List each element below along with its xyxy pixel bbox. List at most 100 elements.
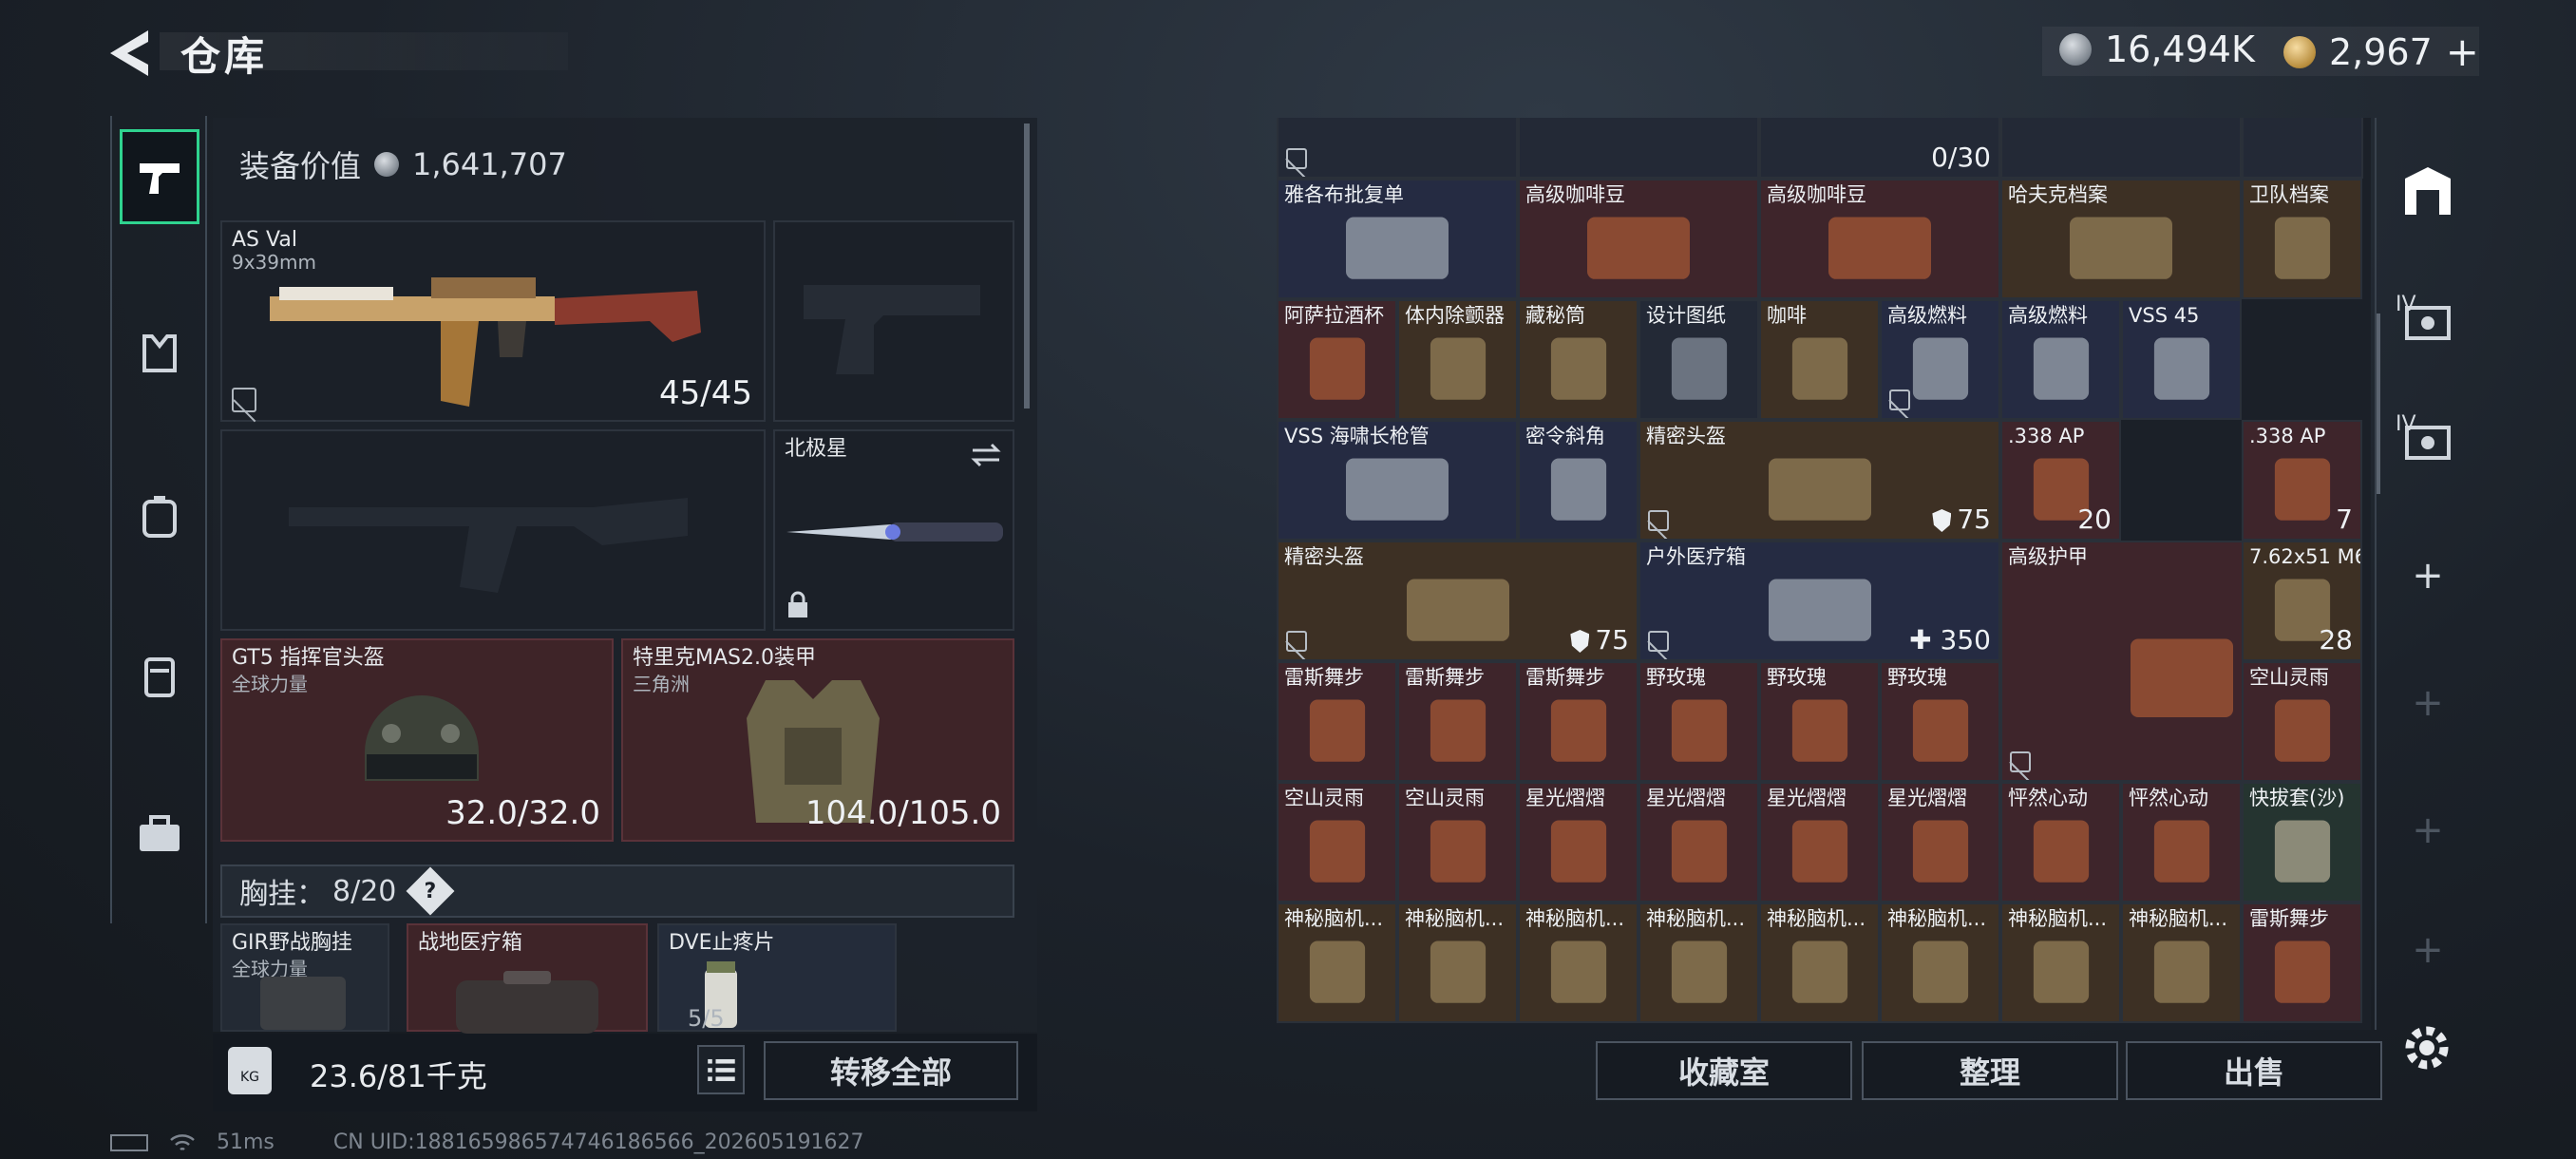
item-count: 20 — [2077, 504, 2112, 535]
secondary-weapon-slot[interactable] — [773, 220, 1014, 422]
item-name: VSS 海啸长枪管 — [1284, 425, 1430, 447]
collection-room-button[interactable]: 收藏室 — [1596, 1041, 1852, 1100]
grid-item[interactable]: 哈夫克档案 — [2000, 179, 2242, 299]
left-scrollbar[interactable] — [1024, 124, 1030, 408]
grid-item[interactable]: .338 AP 7 — [2242, 420, 2362, 541]
vest-item-slot[interactable]: 战地医疗箱 — [407, 923, 648, 1034]
grid-item[interactable]: 星光熠熠 — [1518, 782, 1638, 902]
grid-item[interactable]: 空山灵雨 — [2242, 661, 2362, 782]
grid-cell[interactable] — [2242, 118, 2363, 179]
grid-item[interactable]: 神秘脑机... — [1518, 902, 1638, 1023]
grid-item[interactable]: 野玫瑰 — [1759, 661, 1880, 782]
item-image — [1430, 820, 1486, 883]
tab-case[interactable] — [120, 787, 199, 882]
tab-pouch[interactable] — [120, 629, 199, 724]
add-storage-button[interactable]: + — [2390, 792, 2466, 868]
add-currency-button[interactable]: + — [2446, 28, 2479, 75]
sell-button[interactable]: 出售 — [2126, 1041, 2382, 1100]
tab-storage-2[interactable]: IV — [2390, 405, 2466, 481]
settings-gear-icon[interactable] — [2399, 1020, 2454, 1075]
item-count: 75 — [1932, 504, 1991, 535]
add-storage-button[interactable]: + — [2390, 665, 2466, 741]
grid-item[interactable]: 星光熠熠 — [1880, 782, 2000, 902]
grid-item[interactable]: 神秘脑机... — [2000, 902, 2121, 1023]
list-icon[interactable] — [697, 1045, 745, 1094]
grid-item[interactable]: 神秘脑机... — [1277, 902, 1397, 1023]
grid-cell[interactable] — [2000, 118, 2242, 179]
grid-item[interactable]: 高级燃料 — [2000, 299, 2121, 420]
grid-item[interactable]: 野玫瑰 — [1880, 661, 2000, 782]
grid-item[interactable]: VSS 海啸长枪管 — [1277, 420, 1518, 541]
grid-item[interactable]: .338 AP 20 — [2000, 420, 2121, 541]
grid-item[interactable]: 星光熠熠 — [1759, 782, 1880, 902]
grid-item[interactable]: 户外医疗箱 ✚ 350 — [1638, 541, 2000, 661]
grid-item[interactable]: 神秘脑机... — [1397, 902, 1518, 1023]
grid-cell[interactable] — [1518, 118, 1759, 179]
item-name: 快拔套(沙) — [2249, 787, 2345, 809]
grid-item[interactable]: 雷斯舞步 — [2242, 902, 2362, 1023]
back-arrow-icon[interactable] — [106, 27, 154, 80]
grid-item[interactable]: 7.62x51 M61 28 — [2242, 541, 2362, 661]
grid-item[interactable]: 体内除颤器 — [1397, 299, 1518, 420]
item-image — [2274, 940, 2330, 1003]
tab-warehouse[interactable] — [2390, 154, 2466, 230]
grid-item[interactable]: 空山灵雨 — [1277, 782, 1397, 902]
grid-item[interactable]: 卫队档案 — [2242, 179, 2362, 299]
item-count-value: 350 — [1940, 624, 1991, 656]
grid-item[interactable]: VSS 45 — [2121, 299, 2242, 420]
grid-item[interactable]: 精密头盔 75 — [1638, 420, 2000, 541]
item-image — [2274, 217, 2330, 279]
currency-gold[interactable]: 2,967 + — [2283, 28, 2479, 75]
weight-bag-icon[interactable]: KG — [228, 1047, 272, 1094]
grid-item[interactable]: 野玫瑰 — [1638, 661, 1759, 782]
grid-item[interactable]: 空山灵雨 — [1397, 782, 1518, 902]
help-mark: ? — [424, 879, 437, 903]
helmet-slot[interactable]: GT5 指挥官头盔 全球力量 32.0/32.0 — [220, 638, 614, 842]
add-storage-button[interactable]: + — [2390, 912, 2466, 988]
item-image — [2033, 337, 2089, 400]
grid-cell[interactable] — [1277, 118, 1518, 179]
item-name: 7.62x51 M61 — [2249, 545, 2360, 568]
help-icon[interactable]: ? — [406, 866, 455, 916]
secondary-primary-slot[interactable] — [220, 429, 766, 631]
ping: 51ms — [217, 1130, 275, 1154]
tab-vest[interactable] — [120, 306, 199, 401]
melee-slot[interactable]: 北极星 — [773, 429, 1014, 631]
grid-item[interactable]: 咖啡 — [1759, 299, 1880, 420]
grid-item[interactable]: 精密头盔 75 — [1277, 541, 1638, 661]
wifi-icon — [170, 1133, 195, 1150]
grid-item[interactable]: 雅各布批复单 — [1277, 179, 1518, 299]
add-storage-button[interactable]: + — [2390, 538, 2466, 614]
grid-item[interactable]: 神秘脑机... — [1880, 902, 2000, 1023]
vest-item-slot[interactable]: DVE止疼片 5/5 — [657, 923, 897, 1032]
grid-item[interactable]: 神秘脑机... — [1638, 902, 1759, 1023]
grid-item[interactable]: 快拔套(沙) — [2242, 782, 2362, 902]
grid-item[interactable]: 雷斯舞步 — [1277, 661, 1397, 782]
grid-item[interactable]: 星光熠熠 — [1638, 782, 1759, 902]
grid-item[interactable]: 雷斯舞步 — [1397, 661, 1518, 782]
grid-item[interactable]: 设计图纸 — [1638, 299, 1759, 420]
grid-item[interactable]: 怦然心动 — [2000, 782, 2121, 902]
grid-item[interactable]: 阿萨拉酒杯 — [1277, 299, 1397, 420]
tab-weapon[interactable] — [120, 129, 199, 224]
item-name: 野玫瑰 — [1887, 666, 1947, 689]
item-image — [1550, 940, 1606, 1003]
tab-storage-1[interactable]: IV — [2390, 285, 2466, 361]
grid-cell[interactable]: 0/30 — [1759, 118, 2000, 179]
armor-slot[interactable]: 特里克MAS2.0装甲 三角洲 104.0/105.0 — [621, 638, 1014, 842]
grid-item[interactable]: 高级咖啡豆 — [1518, 179, 1759, 299]
grid-item[interactable]: 高级咖啡豆 — [1759, 179, 2000, 299]
grid-item[interactable]: 雷斯舞步 — [1518, 661, 1638, 782]
tab-backpack[interactable] — [120, 469, 199, 564]
swap-icon[interactable] — [969, 441, 1003, 469]
grid-item[interactable]: 神秘脑机... — [2121, 902, 2242, 1023]
transfer-all-button[interactable]: 转移全部 — [764, 1041, 1018, 1100]
grid-item[interactable]: 高级燃料 — [1880, 299, 2000, 420]
grid-item[interactable]: 怦然心动 — [2121, 782, 2242, 902]
grid-item[interactable]: 神秘脑机... — [1759, 902, 1880, 1023]
primary-weapon-slot[interactable]: AS Val 9x39mm 45/45 — [220, 220, 766, 422]
grid-item[interactable]: 藏秘筒 — [1518, 299, 1638, 420]
sort-button[interactable]: 整理 — [1862, 1041, 2118, 1100]
vest-item-slot[interactable]: GIR野战胸挂 全球力量 — [220, 923, 389, 1032]
grid-item[interactable]: 密令斜角 — [1518, 420, 1638, 541]
